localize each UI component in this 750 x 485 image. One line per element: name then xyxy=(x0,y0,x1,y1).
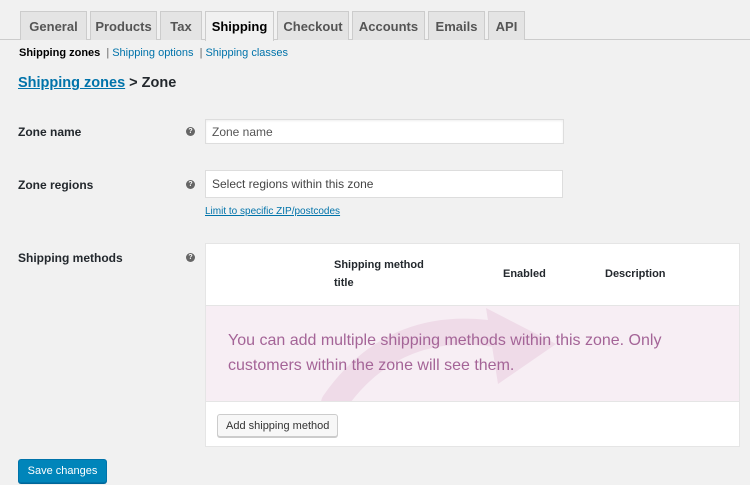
subnav-shipping-options[interactable]: Shipping options xyxy=(112,47,193,59)
page-title: Shipping zones > Zone xyxy=(18,75,176,91)
zone-regions-label: Zone regions xyxy=(18,178,94,192)
limit-postcodes-link[interactable]: Limit to specific ZIP/postcodes xyxy=(205,206,340,217)
breadcrumb-current: > Zone xyxy=(129,75,177,91)
shipping-methods-table: Shipping method title Enabled Descriptio… xyxy=(205,243,740,447)
zone-regions-placeholder: Select regions within this zone xyxy=(212,177,374,191)
breadcrumb-shipping-zones-link[interactable]: Shipping zones xyxy=(18,75,125,91)
subnav-shipping-classes[interactable]: Shipping classes xyxy=(205,47,288,59)
column-header-enabled: Enabled xyxy=(503,268,546,280)
help-tip-icon[interactable]: ? xyxy=(186,253,195,262)
help-tip-icon[interactable]: ? xyxy=(186,127,195,136)
tab-emails[interactable]: Emails xyxy=(428,11,485,40)
tab-products[interactable]: Products xyxy=(90,11,157,40)
save-changes-button[interactable]: Save changes xyxy=(18,459,107,483)
subnav-shipping-zones[interactable]: Shipping zones xyxy=(19,47,100,59)
tab-shipping[interactable]: Shipping xyxy=(205,11,274,41)
tab-general[interactable]: General xyxy=(20,11,87,40)
tab-api[interactable]: API xyxy=(488,11,525,40)
zone-name-input[interactable] xyxy=(205,119,564,144)
blank-state-message: You can add multiple shipping methods wi… xyxy=(228,332,662,374)
shipping-methods-blank-state: You can add multiple shipping methods wi… xyxy=(206,305,739,402)
tab-tax[interactable]: Tax xyxy=(160,11,202,40)
zone-regions-select[interactable]: Select regions within this zone xyxy=(205,170,563,198)
add-shipping-method-button[interactable]: Add shipping method xyxy=(217,414,339,437)
shipping-methods-label: Shipping methods xyxy=(18,251,123,265)
subnav-separator: | xyxy=(106,47,110,59)
column-header-title: Shipping method title xyxy=(334,259,424,289)
shipping-subnav: Shipping zones | Shipping options | Shippi… xyxy=(19,47,288,59)
tab-checkout[interactable]: Checkout xyxy=(277,11,349,40)
tab-accounts[interactable]: Accounts xyxy=(352,11,425,40)
help-tip-icon[interactable]: ? xyxy=(186,180,195,189)
column-header-description: Description xyxy=(605,268,666,280)
zone-name-label: Zone name xyxy=(18,125,82,139)
settings-tabs: General Products Tax Shipping Checkout A… xyxy=(0,0,750,41)
